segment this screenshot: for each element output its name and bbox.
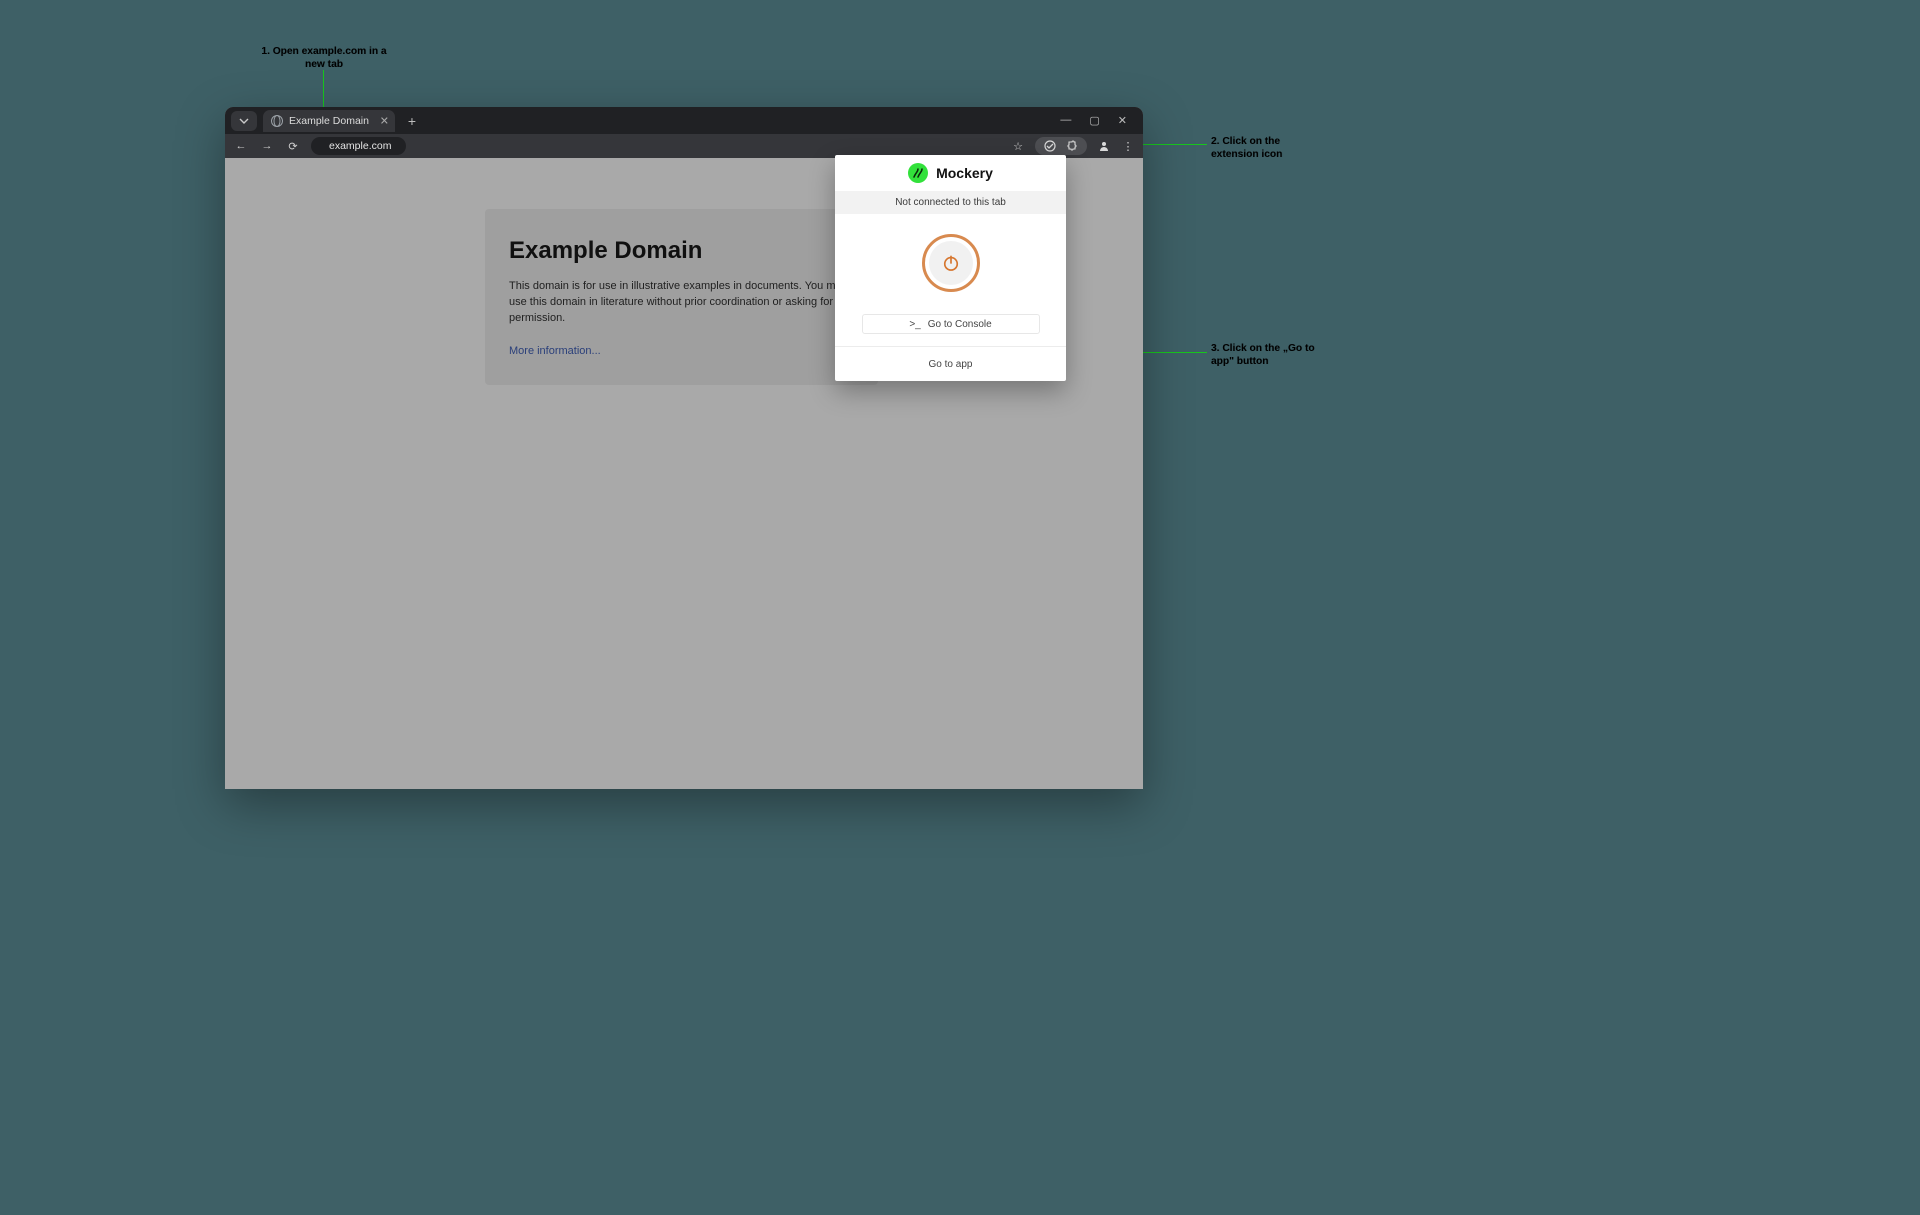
go-to-console-button[interactable]: >_ Go to Console — [862, 314, 1040, 334]
annotation-step1: 1. Open example.com in a new tab — [254, 45, 394, 72]
popup-body: >_ Go to Console — [835, 214, 1066, 346]
window-controls: — ▢ ✕ — [1060, 114, 1137, 127]
extension-highlight-pill — [1035, 137, 1087, 155]
extension-popup: Mockery Not connected to this tab >_ Go … — [835, 155, 1066, 381]
close-tab-button[interactable]: ✕ — [380, 114, 389, 127]
power-toggle-button[interactable] — [922, 234, 980, 292]
address-text: example.com — [329, 140, 391, 152]
popup-brand: Mockery — [936, 165, 993, 181]
go-to-console-label: Go to Console — [928, 319, 992, 330]
forward-button[interactable]: → — [259, 140, 275, 152]
minimize-icon[interactable]: — — [1060, 114, 1071, 127]
browser-tab[interactable]: Example Domain ✕ — [263, 110, 395, 132]
browser-menu-button[interactable]: ⋮ — [1121, 140, 1135, 153]
globe-icon — [271, 115, 283, 127]
tab-title: Example Domain — [289, 115, 369, 127]
terminal-icon: >_ — [909, 319, 920, 330]
popup-status: Not connected to this tab — [835, 191, 1066, 214]
reload-button[interactable]: ⟳ — [285, 140, 301, 153]
page-paragraph: This domain is for use in illustrative e… — [509, 279, 854, 327]
annotation-step2: 2. Click on the extension icon — [1211, 135, 1306, 162]
example-card: Example Domain This domain is for use in… — [485, 209, 878, 385]
go-to-app-link[interactable]: Go to app — [929, 359, 973, 370]
tab-search-button[interactable] — [231, 111, 257, 131]
close-icon[interactable]: ✕ — [1118, 114, 1127, 127]
address-bar[interactable]: example.com — [311, 137, 406, 155]
new-tab-button[interactable]: + — [403, 112, 421, 130]
page-heading: Example Domain — [509, 237, 854, 265]
maximize-icon[interactable]: ▢ — [1089, 114, 1099, 127]
popup-header: Mockery — [835, 155, 1066, 191]
bookmark-button[interactable]: ☆ — [1011, 140, 1025, 153]
mockery-extension-icon[interactable] — [1043, 140, 1057, 152]
tab-strip: Example Domain ✕ + — ▢ ✕ — [225, 107, 1143, 134]
profile-button[interactable] — [1097, 140, 1111, 152]
mockery-logo-icon — [908, 163, 928, 183]
more-information-link[interactable]: More information... — [509, 345, 601, 357]
extensions-puzzle-icon[interactable] — [1065, 140, 1079, 152]
annotation-step3: 3. Click on the „Go to app" button — [1211, 342, 1331, 369]
popup-footer: Go to app — [835, 346, 1066, 381]
back-button[interactable]: ← — [233, 140, 249, 152]
